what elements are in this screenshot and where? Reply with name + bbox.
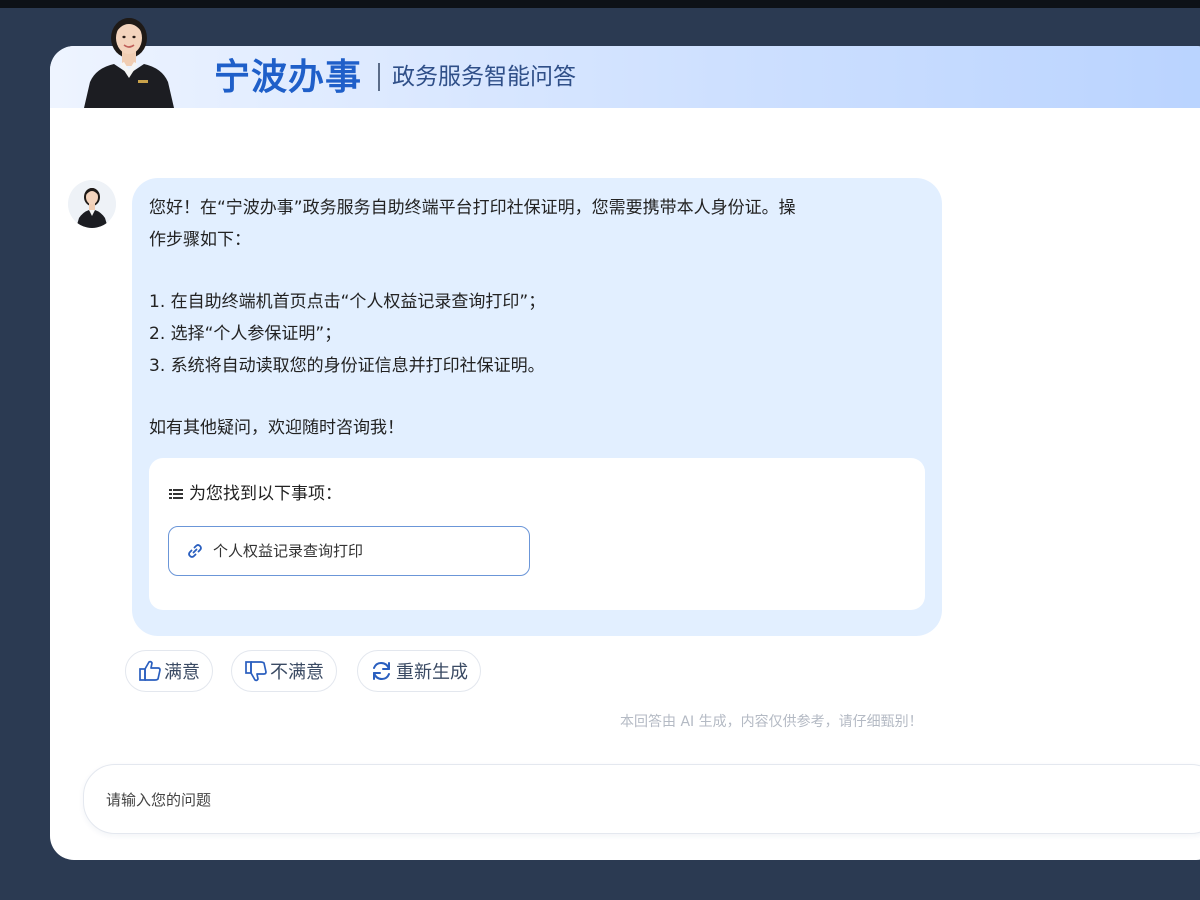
message-line: 3. 系统将自动读取您的身份证信息并打印社保证明。 <box>149 356 545 376</box>
question-input-box <box>83 764 1200 834</box>
result-link-label: 个人权益记录查询打印 <box>213 542 364 560</box>
thumbs-up-icon <box>139 660 161 681</box>
regenerate-button[interactable]: 重新生成 <box>357 650 481 692</box>
matched-items-card: 为您找到以下事项： 个人权益记录查询打印 <box>149 458 925 610</box>
matched-items-title-text: 为您找到以下事项： <box>189 484 342 504</box>
unsatisfied-button[interactable]: 不满意 <box>231 650 337 692</box>
unsatisfied-label: 不满意 <box>270 662 324 683</box>
refresh-icon <box>373 661 390 681</box>
question-input[interactable] <box>106 787 1006 813</box>
matched-items-title: 为您找到以下事项： <box>169 482 342 506</box>
message-line: 如有其他疑问，欢迎随时咨询我！ <box>149 418 404 438</box>
result-link-item[interactable]: 个人权益记录查询打印 <box>168 526 530 576</box>
brand-title: 宁波办事 <box>214 57 363 98</box>
header-bar: 宁波办事 政务服务智能问答 <box>50 46 1200 108</box>
top-strip <box>0 0 1200 8</box>
header-divider <box>378 63 380 91</box>
assistant-message-bubble: 您好！在“宁波办事”政务服务自助终端平台打印社保证明，您需要携带本人身份证。操 … <box>132 178 942 636</box>
assistant-avatar-large <box>82 12 176 108</box>
header-subtitle: 政务服务智能问答 <box>392 64 576 90</box>
satisfied-label: 满意 <box>164 662 200 683</box>
satisfied-button[interactable]: 满意 <box>125 650 213 692</box>
regenerate-label: 重新生成 <box>396 662 468 683</box>
list-icon <box>169 489 183 499</box>
message-line: 1. 在自助终端机首页点击“个人权益记录查询打印”； <box>149 292 546 312</box>
thumbs-down-icon <box>245 661 267 682</box>
link-icon <box>188 544 202 558</box>
ai-disclaimer: 本回答由 AI 生成，内容仅供参考，请仔细甄别！ <box>620 714 923 730</box>
message-line: 您好！在“宁波办事”政务服务自助终端平台打印社保证明，您需要携带本人身份证。操 <box>149 198 796 218</box>
message-line: 作步骤如下： <box>149 230 251 250</box>
message-line: 2. 选择“个人参保证明”； <box>149 324 342 344</box>
assistant-avatar-small <box>68 180 116 228</box>
